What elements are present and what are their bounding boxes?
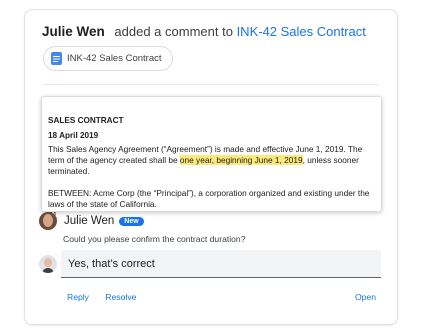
comment-text: Could you please confirm the contract du…: [63, 234, 246, 244]
preview-date: 18 April 2019: [48, 131, 99, 140]
avatar: [39, 212, 57, 230]
comment-actions: Reply Resolve: [67, 292, 150, 302]
notification-header: Julie Wen added a comment to INK-42 Sale…: [42, 24, 366, 39]
open-button[interactable]: Open: [355, 292, 376, 302]
action-text: added a comment to: [114, 24, 233, 39]
new-badge: New: [119, 216, 144, 226]
preview-paragraph-1: This Sales Agency Agreement (“Agreement”…: [48, 144, 375, 177]
actor-name: Julie Wen: [42, 24, 105, 39]
document-chip-label: INK-42 Sales Contract: [67, 53, 162, 64]
document-chip[interactable]: INK-42 Sales Contract: [43, 46, 173, 71]
google-docs-icon: [51, 52, 62, 65]
comment-author-name: Julie Wen: [64, 215, 115, 227]
reply-input[interactable]: Yes, that’s correct: [61, 250, 381, 278]
comment-author: Julie Wen New: [39, 212, 144, 230]
reply-button[interactable]: Reply: [67, 292, 89, 302]
preview-paragraph-2: BETWEEN: Acme Corp (the “Principal”), a …: [48, 188, 370, 209]
divider: [43, 84, 379, 85]
preview-title: SALES CONTRACT: [48, 116, 124, 125]
avatar: [39, 255, 57, 273]
document-link[interactable]: INK-42 Sales Contract: [237, 24, 366, 39]
resolve-button[interactable]: Resolve: [105, 292, 136, 302]
highlighted-text: one year, beginning June 1, 2019: [179, 155, 303, 165]
document-preview[interactable]: SALES CONTRACT 18 April 2019 This Sales …: [41, 96, 382, 220]
